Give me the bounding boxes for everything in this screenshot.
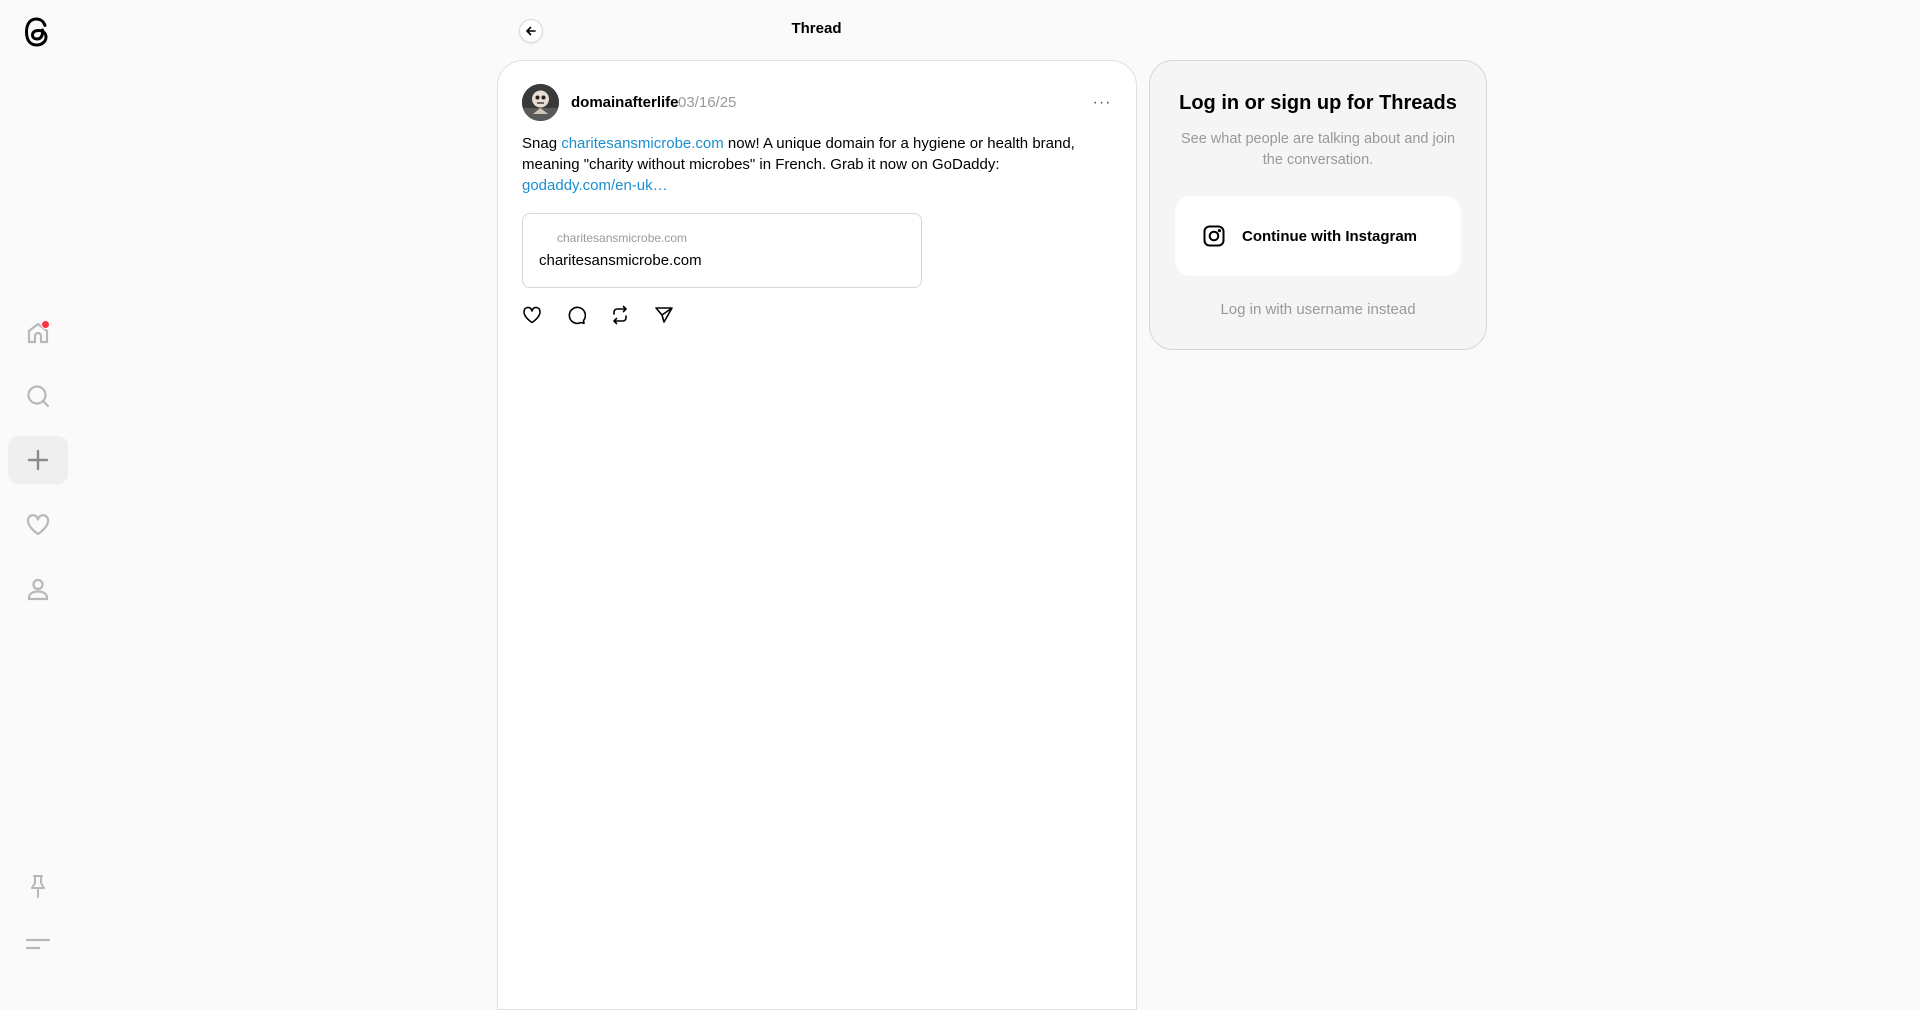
nav-activity[interactable] [8,501,68,549]
instagram-button-label: Continue with Instagram [1242,227,1418,245]
nav-home[interactable] [8,309,68,357]
heart-icon [523,306,541,324]
reply-button[interactable] [566,303,586,327]
heart-icon [26,514,50,536]
menu-icon [25,938,51,950]
send-icon [655,307,673,323]
more-options-button[interactable]: ··· [1092,93,1112,113]
nav-search[interactable] [8,372,68,420]
nav-profile[interactable] [8,565,68,613]
repost-icon [613,305,627,325]
post-trailing-link[interactable]: godaddy.com/en-uk… [522,177,668,194]
login-with-username-link[interactable]: Log in with username instead [1150,301,1486,318]
post-text-intro: Snag [522,135,562,152]
link-preview-title: charitesansmicrobe.com [539,252,702,269]
post-inline-link[interactable]: charitesansmicrobe.com [561,135,724,152]
sidebar [0,0,76,993]
ellipsis-icon: ··· [1092,94,1112,111]
repost-button[interactable] [610,303,630,327]
avatar[interactable] [522,84,559,121]
threads-logo-icon[interactable] [20,13,54,51]
page-title: Thread [791,20,842,37]
post-username[interactable]: domainafterlife [571,94,679,111]
nav-create[interactable] [8,436,68,484]
link-preview-domain: charitesansmicrobe.com [557,231,688,245]
login-subtitle: See what people are talking about and jo… [1180,131,1456,168]
post-card: domainafterlife 03/16/25 ··· Snag charit… [497,60,1137,1010]
link-preview-card[interactable]: charitesansmicrobe.com charitesansmicrob… [522,213,922,288]
comment-icon [568,306,586,325]
nav-menu[interactable] [8,920,68,968]
nav-pinned[interactable] [8,862,68,910]
continue-with-instagram-button[interactable]: Continue with Instagram [1175,196,1461,276]
notification-dot [41,320,50,329]
post-actions [522,303,674,327]
login-title: Log in or sign up for Threads [1179,92,1457,114]
thread-header: Thread [497,0,1136,60]
instagram-icon [1202,224,1226,248]
post-text: Snag charitesansmicrobe.com now! A uniqu… [522,133,1112,196]
person-icon [27,578,49,601]
like-button[interactable] [522,303,542,327]
pin-icon [31,875,45,898]
plus-icon [27,449,49,471]
post-timestamp[interactable]: 03/16/25 [678,94,736,111]
search-icon [27,385,50,408]
login-card: Log in or sign up for Threads See what p… [1149,60,1487,350]
share-button[interactable] [654,303,674,327]
